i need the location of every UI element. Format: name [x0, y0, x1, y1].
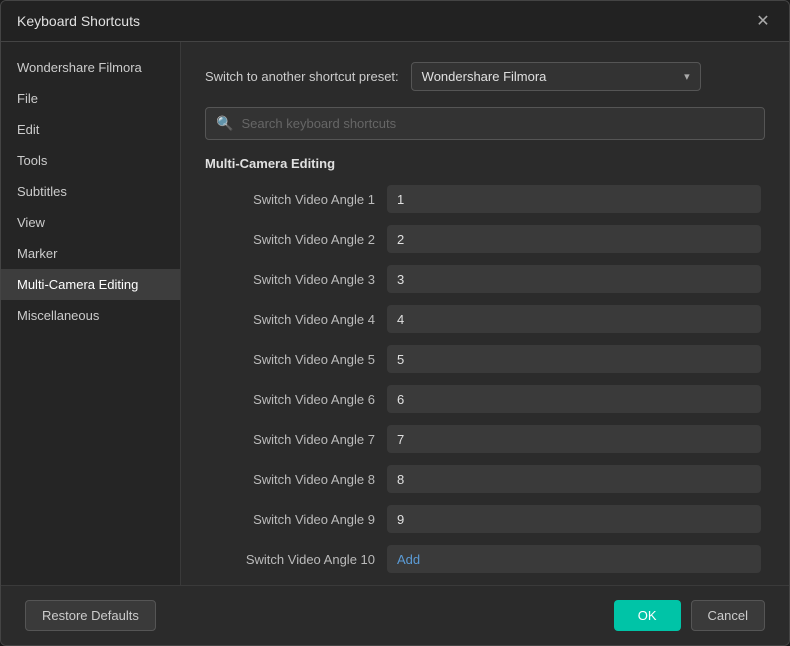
search-box: 🔍: [205, 107, 765, 140]
sidebar-item-wondershare-filmora[interactable]: Wondershare Filmora: [1, 52, 180, 83]
shortcut-key-box[interactable]: 9: [387, 505, 761, 533]
shortcut-row: Switch Video Angle 2 2: [205, 219, 761, 259]
shortcut-name: Switch Video Angle 6: [205, 392, 375, 407]
section-title: Multi-Camera Editing: [205, 156, 765, 171]
shortcut-row: Switch Video Angle 4 4: [205, 299, 761, 339]
sidebar: Wondershare FilmoraFileEditToolsSubtitle…: [1, 42, 181, 585]
shortcut-name: Switch Video Angle 8: [205, 472, 375, 487]
footer-actions: OK Cancel: [614, 600, 765, 631]
shortcut-name: Switch Video Angle 4: [205, 312, 375, 327]
shortcut-name: Switch Video Angle 7: [205, 432, 375, 447]
preset-label: Switch to another shortcut preset:: [205, 69, 399, 84]
shortcut-row: Switch Video Angle 7 7: [205, 419, 761, 459]
sidebar-item-multi-camera-editing[interactable]: Multi-Camera Editing: [1, 269, 180, 300]
shortcut-name: Switch Video Angle 1: [205, 192, 375, 207]
dialog-title: Keyboard Shortcuts: [17, 13, 140, 29]
shortcut-key-box[interactable]: 8: [387, 465, 761, 493]
preset-dropdown[interactable]: Wondershare Filmora ▾: [411, 62, 701, 91]
sidebar-item-miscellaneous[interactable]: Miscellaneous: [1, 300, 180, 331]
sidebar-item-edit[interactable]: Edit: [1, 114, 180, 145]
shortcut-row: Switch Video Angle 1 1: [205, 179, 761, 219]
shortcut-row: Switch Video Angle 6 6: [205, 379, 761, 419]
ok-button[interactable]: OK: [614, 600, 681, 631]
shortcut-name: Switch Video Angle 9: [205, 512, 375, 527]
cancel-button[interactable]: Cancel: [691, 600, 765, 631]
shortcut-key-box[interactable]: 4: [387, 305, 761, 333]
shortcut-key-box[interactable]: 1: [387, 185, 761, 213]
search-icon: 🔍: [216, 115, 233, 132]
chevron-down-icon: ▾: [684, 70, 690, 83]
shortcut-name: Switch Video Angle 2: [205, 232, 375, 247]
shortcut-key-box[interactable]: 6: [387, 385, 761, 413]
restore-defaults-button[interactable]: Restore Defaults: [25, 600, 156, 631]
keyboard-shortcuts-dialog: Keyboard Shortcuts ✕ Wondershare Filmora…: [0, 0, 790, 646]
shortcut-key-box[interactable]: 7: [387, 425, 761, 453]
shortcut-key-box[interactable]: 3: [387, 265, 761, 293]
sidebar-item-file[interactable]: File: [1, 83, 180, 114]
shortcut-row: Switch Video Angle 9 9: [205, 499, 761, 539]
search-input[interactable]: [241, 116, 754, 131]
preset-value: Wondershare Filmora: [422, 69, 547, 84]
shortcut-row: Switch Video Angle 8 8: [205, 459, 761, 499]
add-shortcut-label: Add: [397, 552, 420, 567]
shortcut-key-box[interactable]: Add: [387, 545, 761, 573]
shortcut-row: Switch Video Angle 5 5: [205, 339, 761, 379]
shortcut-row: Switch Video Angle 10 Add: [205, 539, 761, 579]
sidebar-item-view[interactable]: View: [1, 207, 180, 238]
sidebar-item-subtitles[interactable]: Subtitles: [1, 176, 180, 207]
shortcut-row: Switch Video Angle 3 3: [205, 259, 761, 299]
title-bar: Keyboard Shortcuts ✕: [1, 1, 789, 42]
shortcut-key-box[interactable]: 2: [387, 225, 761, 253]
dialog-body: Wondershare FilmoraFileEditToolsSubtitle…: [1, 42, 789, 585]
shortcut-name: Switch Video Angle 10: [205, 552, 375, 567]
close-button[interactable]: ✕: [753, 11, 773, 31]
shortcut-key-box[interactable]: 5: [387, 345, 761, 373]
shortcuts-list: Switch Video Angle 11Switch Video Angle …: [205, 179, 765, 585]
shortcut-name: Switch Video Angle 5: [205, 352, 375, 367]
sidebar-item-marker[interactable]: Marker: [1, 238, 180, 269]
preset-row: Switch to another shortcut preset: Wonde…: [205, 62, 765, 91]
shortcut-name: Switch Video Angle 3: [205, 272, 375, 287]
footer: Restore Defaults OK Cancel: [1, 585, 789, 645]
main-content: Switch to another shortcut preset: Wonde…: [181, 42, 789, 585]
sidebar-item-tools[interactable]: Tools: [1, 145, 180, 176]
